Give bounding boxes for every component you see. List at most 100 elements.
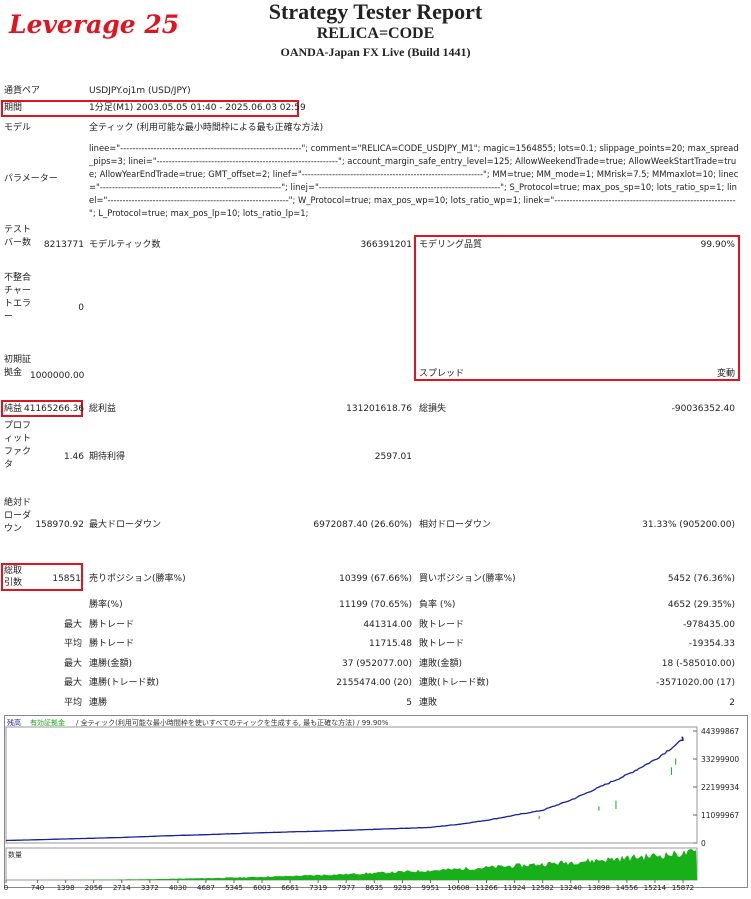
detail-row-value-1: 5: [406, 698, 412, 708]
profit-factor-value: 1.46: [63, 452, 84, 462]
gross-profit-value: 131201618.76: [346, 404, 412, 414]
detail-row-label-2: 連敗: [419, 698, 438, 708]
relative-drawdown-label: 相対ドローダウン: [419, 520, 492, 530]
detail-row-label-2: 敗トレード: [419, 620, 465, 630]
model-quality-highlight-box: [414, 235, 740, 381]
detail-row-prefix: 平均: [63, 639, 82, 649]
broker-line: OANDA-Japan FX Live (Build 1441): [280, 45, 471, 59]
detail-row-label-1: 連勝(金額): [89, 659, 133, 669]
max-drawdown-value: 6972087.40 (26.60%): [313, 520, 412, 530]
x-tick-label: 15214: [644, 884, 667, 892]
period-value: 1分足(M1) 2003.05.05 01:40 - 2025.06.03 02…: [89, 103, 306, 113]
x-tick-label: 7319: [309, 884, 327, 892]
detail-row-label-2: 敗トレード: [419, 639, 465, 649]
model-quality-value: 99.90%: [700, 240, 735, 250]
pair-value: USDJPY.oj1m (USD/JPY): [89, 86, 191, 96]
gross-loss-label: 総損失: [419, 404, 447, 414]
net-profit-value: 41165266.36: [24, 404, 85, 414]
x-tick-label: 9951: [422, 884, 440, 892]
x-tick-label: 7977: [337, 884, 355, 892]
detail-row-prefix: 平均: [63, 698, 82, 708]
model-label: モデル: [4, 123, 32, 133]
absolute-drawdown-value: 158970.92: [35, 520, 84, 530]
detail-row-label-2: 連敗(金額): [419, 659, 463, 669]
win-rate-value: 11199 (70.65%): [339, 600, 412, 610]
detail-row-value-1: 441314.00: [363, 620, 412, 630]
chart-plot-area: [5, 726, 698, 844]
model-value: 全ティック (利用可能な最小時間枠による最も正確な方法): [89, 123, 324, 133]
mismatch-errors-label: 不整合チャートエラー: [4, 273, 32, 322]
balance-chart: 残高 有効証拠金 / 全ティック(利用可能な最小時間枠を使いすべてのティックを生成す…: [4, 715, 748, 892]
test-bars-label: テストバー数: [4, 225, 32, 248]
test-bars-value: 8213771: [43, 240, 84, 250]
legend-model-info: / 全ティック(利用可能な最小時間枠を使いすべてのティックを生成する, 最も正確…: [76, 718, 389, 727]
x-tick-label: 13898: [588, 884, 610, 892]
x-tick-label: 11924: [503, 884, 526, 892]
report-title: Strategy Tester Report: [268, 0, 483, 24]
total-trades-label: 総取引数: [4, 566, 23, 588]
net-profit-label: 純益: [4, 404, 23, 414]
x-tick-label: 3372: [141, 884, 159, 892]
volume-label: 数量: [8, 850, 22, 859]
loss-rate-value: 4652 (29.35%): [667, 600, 735, 610]
legend-balance: 残高: [7, 718, 21, 727]
long-positions-value: 5452 (76.36%): [667, 574, 735, 584]
profit-factor-label: プロフィットファクタ: [4, 421, 32, 470]
x-tick-label: 2056: [85, 884, 103, 892]
total-trades-value: 15851: [52, 574, 81, 584]
x-tick-label: 2714: [113, 884, 131, 892]
expected-payoff-value: 2597.01: [374, 452, 412, 462]
detail-row-label-1: 勝トレード: [89, 639, 135, 649]
detail-row-value-2: 18 (-585010.00): [661, 659, 735, 669]
x-tick-label: 5345: [225, 884, 243, 892]
model-ticks-label: モデルティック数: [89, 240, 161, 250]
x-tick-label: 4687: [197, 884, 215, 892]
initial-deposit-value: 1000000.00: [30, 371, 85, 381]
x-tick-label: 740: [31, 884, 44, 892]
x-tick-label: 12582: [532, 884, 554, 892]
detail-row-value-2: -19354.33: [688, 639, 735, 649]
detail-row-label-1: 連勝: [89, 698, 108, 708]
spread-value: 変動: [716, 369, 735, 379]
x-tick-label: 1398: [57, 884, 75, 892]
detail-row-label-2: 連敗(トレード数): [419, 678, 490, 688]
loss-rate-label: 負率 (%): [419, 600, 456, 610]
detail-row-prefix: 最大: [63, 659, 82, 669]
detail-row-prefix: 最大: [63, 620, 82, 630]
detail-row-value-1: 37 (952077.00): [341, 659, 412, 669]
x-tick-label: 9293: [393, 884, 411, 892]
mismatch-errors-value: 0: [78, 303, 84, 313]
y-tick-label: 22199934: [701, 783, 739, 792]
y-tick-label: 33299900: [701, 755, 739, 764]
y-tick-label: 44399867: [701, 727, 739, 736]
x-tick-label: 11266: [475, 884, 498, 892]
win-rate-label: 勝率(%): [89, 600, 123, 610]
pair-label: 通貨ペア: [4, 86, 41, 96]
detail-row-value-2: 2: [729, 698, 735, 708]
period-label: 期間: [4, 103, 23, 113]
short-positions-value: 10399 (67.66%): [339, 574, 412, 584]
max-drawdown-label: 最大ドローダウン: [89, 520, 162, 530]
parameters-value: linee="---------------------------------…: [89, 143, 739, 218]
y-tick-label: 0: [701, 839, 706, 848]
spread-label: スプレッド: [419, 369, 465, 379]
parameters-label: パラメーター: [4, 174, 58, 184]
y-tick-label: 11099967: [701, 811, 739, 820]
x-tick-label: 0: [4, 884, 8, 892]
x-tick-label: 4030: [169, 884, 187, 892]
x-tick-label: 8635: [365, 884, 383, 892]
relative-drawdown-value: 31.33% (905200.00): [642, 520, 735, 530]
x-tick-label: 14556: [616, 884, 639, 892]
gross-profit-label: 総利益: [89, 404, 117, 414]
expected-payoff-label: 期待利得: [89, 452, 126, 462]
long-positions-label: 買いポジション(勝率%): [419, 574, 516, 584]
detail-row-label-1: 連勝(トレード数): [89, 678, 160, 688]
detail-row-prefix: 最大: [63, 678, 82, 688]
detail-row-value-1: 11715.48: [369, 639, 412, 649]
model-ticks-value: 366391201: [360, 240, 412, 250]
model-quality-label: モデリング品質: [419, 240, 483, 250]
report-subtitle: RELICA=CODE: [316, 25, 435, 42]
short-positions-label: 売りポジション(勝率%): [89, 574, 186, 584]
x-tick-label: 6661: [281, 884, 299, 892]
legend-equity: 有効証拠金: [30, 718, 65, 727]
